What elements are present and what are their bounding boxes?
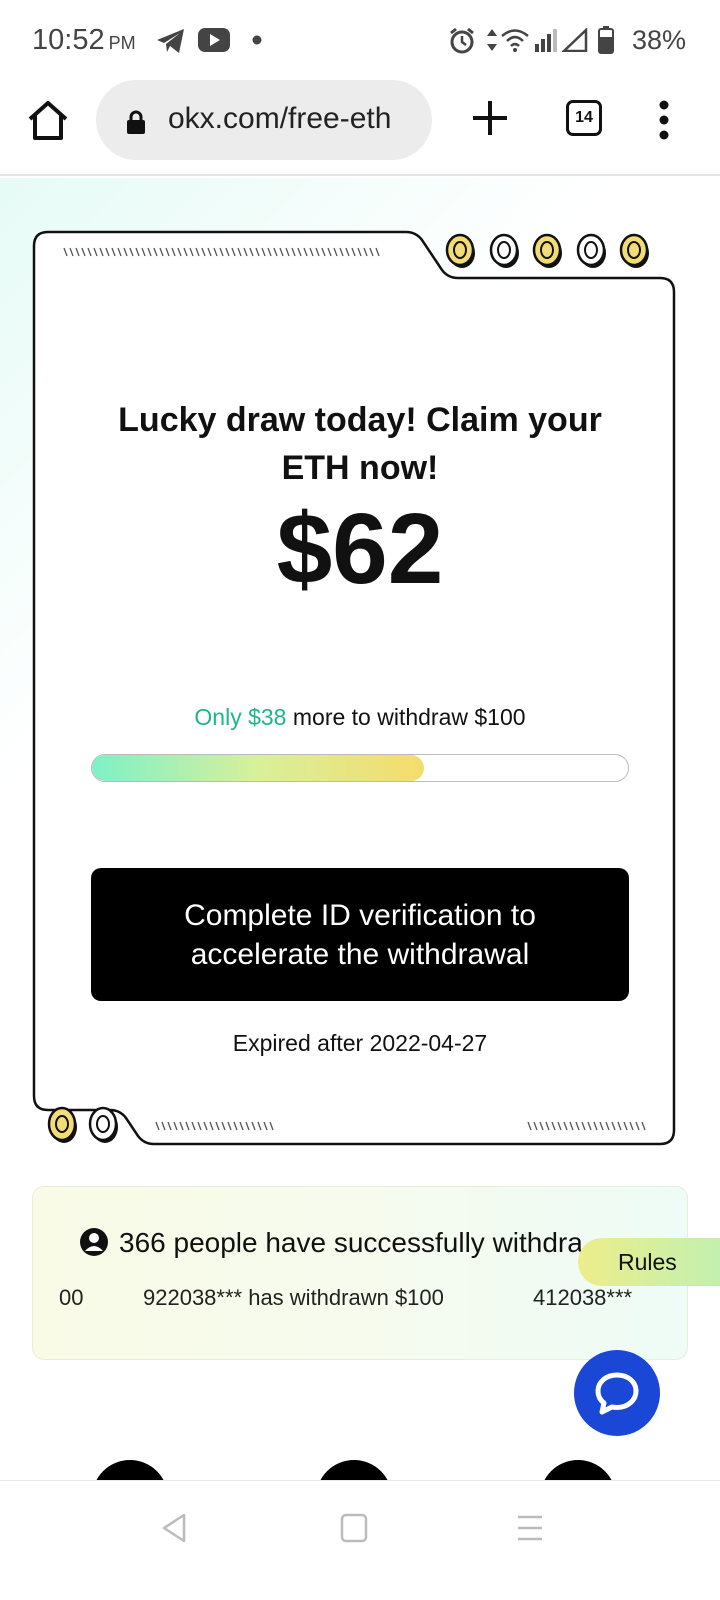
progress-caption-rest: more to withdraw $100 [286, 704, 526, 730]
browser-toolbar: okx.com/free-eth 14 [0, 80, 720, 176]
coin-icon [619, 233, 649, 268]
withdrawn-count: 366 people have successfully withdra [79, 1227, 583, 1259]
telegram-icon [157, 29, 184, 53]
recents-icon[interactable] [510, 1511, 550, 1545]
rules-button[interactable]: Rules [578, 1238, 720, 1286]
coin-icon [576, 233, 606, 268]
tab-switcher-button[interactable]: 14 [566, 100, 602, 136]
home-icon[interactable] [26, 98, 70, 142]
back-icon[interactable] [156, 1511, 196, 1545]
progress-bar [91, 754, 629, 782]
lucky-draw-card [32, 230, 676, 1146]
coin-icon [88, 1106, 118, 1143]
alarm-icon [450, 27, 474, 54]
chat-bubble-icon [595, 1372, 639, 1415]
coin-icon [489, 233, 519, 268]
prize-amount: $62 [276, 493, 444, 605]
lock-icon [127, 110, 145, 134]
url-text: okx.com/free-eth [168, 102, 392, 135]
signal-empty-icon [562, 28, 588, 52]
ticker-item: 00 [59, 1285, 84, 1310]
chat-support-button[interactable] [574, 1350, 660, 1436]
withdraw-ticker: 00 922038*** has withdrawn $100 412038**… [33, 1285, 687, 1321]
address-bar[interactable]: okx.com/free-eth [96, 80, 432, 160]
signal-icon [535, 29, 557, 52]
data-arrows-icon [487, 29, 497, 51]
remaining-amount: Only $38 [194, 704, 287, 730]
system-nav-bar [0, 1480, 720, 1600]
battery-icon [598, 26, 614, 54]
coin-icon [445, 233, 475, 268]
verify-id-button[interactable]: Complete ID verification to accelerate t… [91, 868, 629, 1001]
status-bar: 10:52 PM 38% [0, 0, 720, 80]
progress-caption: Only $38 more to withdraw $100 [80, 704, 640, 731]
user-icon [80, 1228, 108, 1256]
ticker-item: 412038*** [533, 1285, 633, 1310]
coin-icon [47, 1106, 77, 1143]
new-tab-icon[interactable] [470, 98, 510, 138]
page-content: Lucky draw today! Claim your ETH now! $6… [0, 178, 720, 1510]
battery-percent: 38% [631, 25, 686, 55]
progress-bar-fill [92, 755, 425, 781]
more-menu-icon[interactable] [652, 98, 676, 142]
card-title: Lucky draw today! Claim your ETH now! [118, 401, 602, 487]
status-time: 10:52 PM [32, 24, 136, 56]
wifi-icon [501, 29, 529, 52]
expiry-text: Expired after 2022-04-27 [232, 1030, 488, 1056]
coin-icon [532, 233, 562, 268]
ticker-item: 922038*** has withdrawn $100 [143, 1285, 444, 1310]
home-square-icon[interactable] [334, 1511, 374, 1545]
youtube-icon [198, 28, 230, 52]
dot-icon [252, 35, 262, 45]
withdrawn-count-text: 366 people have successfully withdra [119, 1227, 583, 1258]
